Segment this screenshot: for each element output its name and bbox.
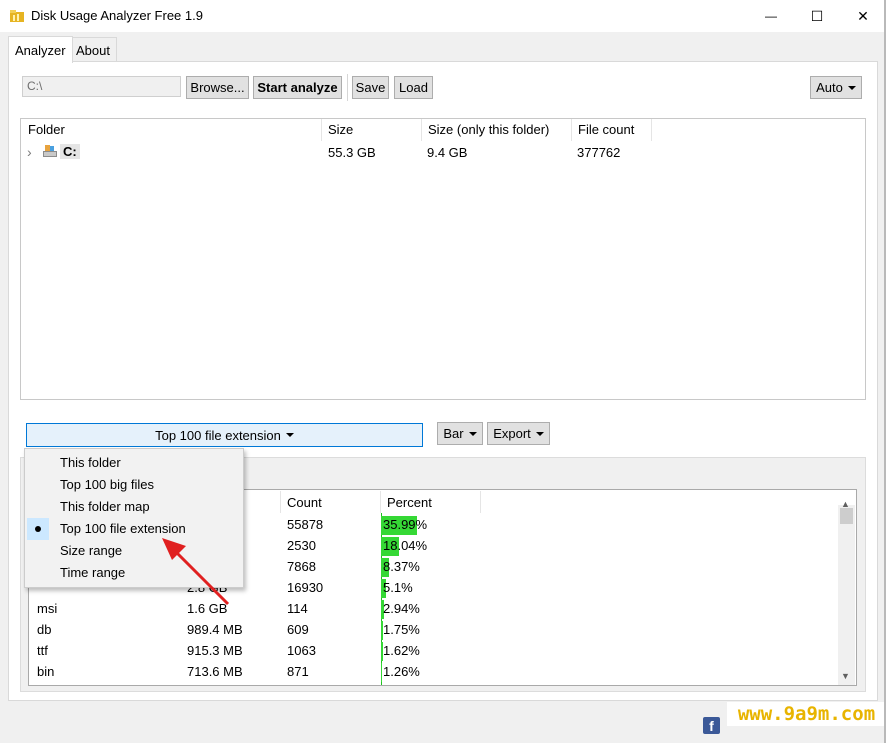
expand-chevron-icon[interactable]: › (27, 144, 32, 160)
percent-cell: 2.94% (383, 601, 420, 616)
size-cell: 713.6 MB (187, 664, 243, 679)
column-divider[interactable] (651, 119, 652, 141)
folder-tree[interactable] (20, 118, 866, 400)
column-header-file-count[interactable]: File count (578, 122, 634, 140)
column-divider[interactable] (380, 491, 381, 513)
window-title: Disk Usage Analyzer Free 1.9 (31, 8, 203, 23)
menu-item[interactable]: This folder map (60, 499, 150, 514)
chevron-down-icon (847, 85, 856, 90)
column-header-percent[interactable]: Percent (387, 495, 432, 513)
browse-button[interactable]: Browse... (186, 76, 249, 99)
ext-cell: db (37, 622, 52, 637)
close-icon: ✕ (857, 7, 869, 24)
vertical-scrollbar[interactable] (838, 505, 855, 685)
tree-row-own-size: 9.4 GB (427, 145, 468, 160)
bar-label: Bar (443, 426, 464, 441)
percent-cell: 8.37% (383, 559, 420, 574)
count-cell: 7868 (287, 559, 316, 574)
count-cell: 2530 (287, 538, 316, 553)
percent-bar (381, 663, 382, 682)
maximize-button[interactable]: ☐ (794, 0, 840, 32)
percent-cell: 18.04% (383, 538, 428, 553)
menu-item[interactable]: Size range (60, 543, 122, 558)
count-cell: 1063 (287, 643, 316, 658)
close-button[interactable]: ✕ (840, 0, 886, 32)
selected-check-icon (27, 518, 49, 540)
ext-cell: msi (37, 601, 58, 616)
watermark: www.9a9m.com (727, 702, 886, 726)
app-folder-icon (9, 8, 25, 24)
ext-cell: bin (37, 664, 55, 679)
minimize-button[interactable]: — (748, 0, 794, 32)
chevron-down-icon (285, 433, 294, 437)
count-cell: 609 (287, 622, 309, 637)
chevron-down-icon (535, 431, 544, 436)
export-dropdown[interactable]: Export (487, 422, 550, 445)
menu-item[interactable]: Top 100 big files (60, 477, 154, 492)
view-select-label: Top 100 file extension (155, 427, 281, 443)
column-header-folder[interactable]: Folder (28, 122, 65, 140)
scrollbar-thumb[interactable] (840, 508, 853, 524)
export-label: Export (493, 426, 531, 441)
radio-dot-icon (35, 526, 41, 532)
view-select-button[interactable]: Top 100 file extension (26, 423, 423, 447)
tab-analyzer[interactable]: Analyzer (8, 36, 73, 63)
load-button[interactable]: Load (394, 76, 433, 99)
tree-row-folder[interactable]: C: (60, 144, 80, 159)
size-cell: 989.4 MB (187, 622, 243, 637)
annotation-arrow-icon (162, 538, 230, 606)
chevron-down-icon (468, 431, 477, 436)
count-cell: 871 (287, 664, 309, 679)
path-input[interactable]: C:\ (22, 76, 181, 97)
size-cell: 915.3 MB (187, 643, 243, 658)
column-header-size[interactable]: Size (328, 122, 353, 140)
save-button[interactable]: Save (352, 76, 389, 99)
tab-about[interactable]: About (69, 37, 117, 62)
facebook-icon[interactable]: f (703, 717, 720, 734)
tree-row-size: 55.3 GB (328, 145, 376, 160)
percent-cell: 1.62% (383, 643, 420, 658)
column-header-own-size[interactable]: Size (only this folder) (428, 122, 549, 140)
ext-cell: ttf (37, 643, 48, 658)
minimize-icon: — (765, 9, 777, 23)
percent-cell: 5.1% (383, 580, 413, 595)
column-divider[interactable] (321, 119, 322, 141)
drive-icon (42, 143, 58, 159)
scroll-down-icon[interactable]: ▼ (841, 671, 850, 681)
percent-cell: 1.26% (383, 664, 420, 679)
column-divider[interactable] (421, 119, 422, 141)
bar-dropdown[interactable]: Bar (437, 422, 483, 445)
count-cell: 114 (287, 601, 308, 616)
column-divider[interactable] (571, 119, 572, 141)
percent-cell: 1.75% (383, 622, 420, 637)
tree-row-file-count: 377762 (577, 145, 621, 160)
maximize-icon: ☐ (810, 7, 824, 24)
count-cell: 55878 (287, 517, 324, 532)
column-divider[interactable] (280, 491, 281, 513)
auto-label: Auto (816, 80, 843, 95)
column-divider[interactable] (480, 491, 481, 513)
menu-item[interactable]: Time range (60, 565, 125, 580)
count-cell: 16930 (287, 580, 324, 595)
start-analyze-button[interactable]: Start analyze (253, 76, 342, 99)
percent-cell: 35.99% (383, 517, 428, 532)
menu-item[interactable]: This folder (60, 455, 121, 470)
column-header-count[interactable]: Count (287, 495, 322, 513)
auto-dropdown[interactable]: Auto (810, 76, 862, 99)
toolbar-divider (347, 74, 348, 101)
scroll-up-icon[interactable]: ▲ (841, 499, 850, 509)
